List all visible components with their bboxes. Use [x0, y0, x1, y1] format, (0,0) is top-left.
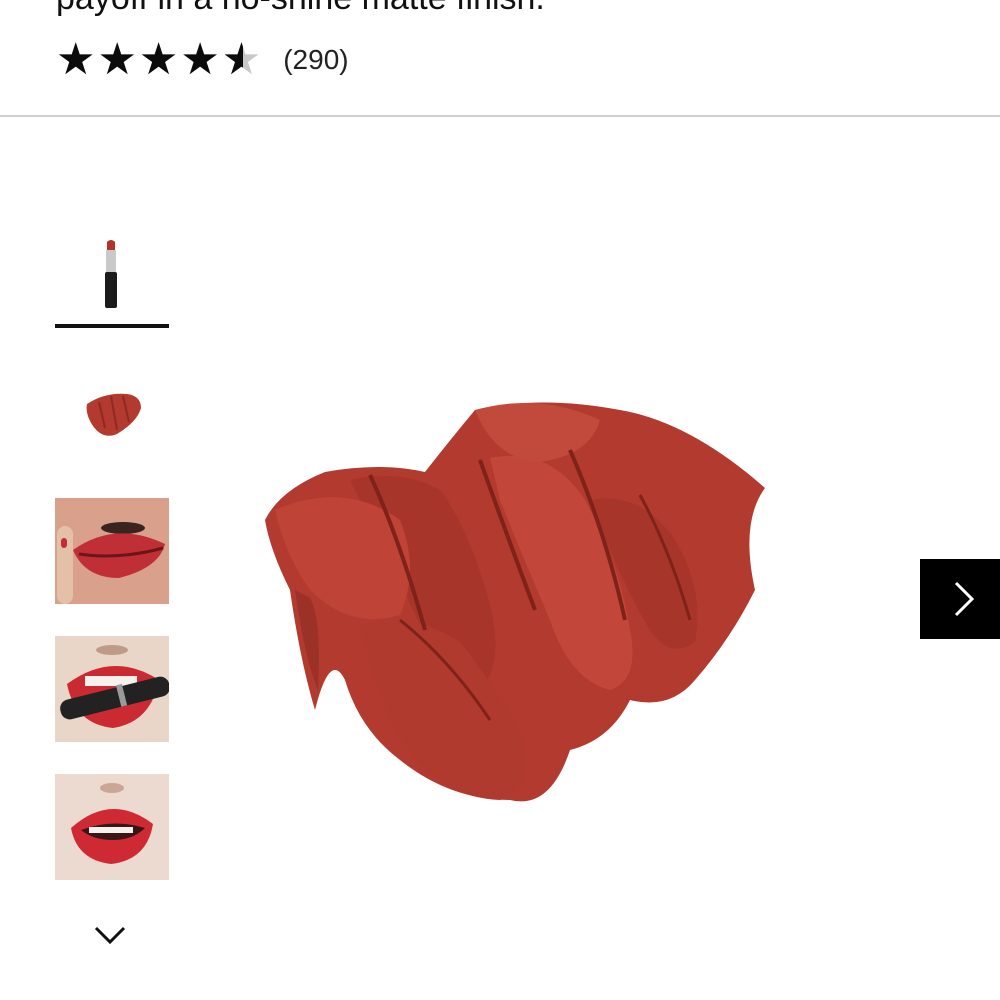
thumbnail-swatch-smear[interactable] [55, 362, 169, 468]
swatch-smear-image [86, 393, 141, 436]
more-thumbnails-button[interactable] [90, 920, 130, 950]
thumbnail-model-lips-finger[interactable] [55, 498, 169, 604]
thumbnail-model-lips-open[interactable] [55, 774, 169, 880]
thumbnail-model-lips-lipstick[interactable] [55, 636, 169, 742]
model-lips-open-image [55, 774, 169, 880]
lipstick-swatch-image [265, 402, 765, 802]
model-lips-lipstick-image [55, 636, 169, 742]
main-product-image[interactable] [250, 380, 780, 840]
model-lips-finger-image [55, 498, 169, 604]
product-rating[interactable]: ★★★★★ ★★★★★ (290) [56, 38, 349, 82]
review-count[interactable]: (290) [283, 44, 348, 76]
thumbnail-product-shot[interactable] [55, 222, 169, 328]
product-description: payoff in a no-shine matte finish. [56, 0, 956, 18]
chevron-right-icon [954, 581, 975, 617]
chevron-down-icon [94, 926, 126, 945]
next-image-button[interactable] [920, 559, 1000, 639]
lipstick-product-image [105, 240, 117, 308]
rating-stars: ★★★★★ ★★★★★ [56, 35, 264, 84]
section-divider [0, 115, 1000, 117]
